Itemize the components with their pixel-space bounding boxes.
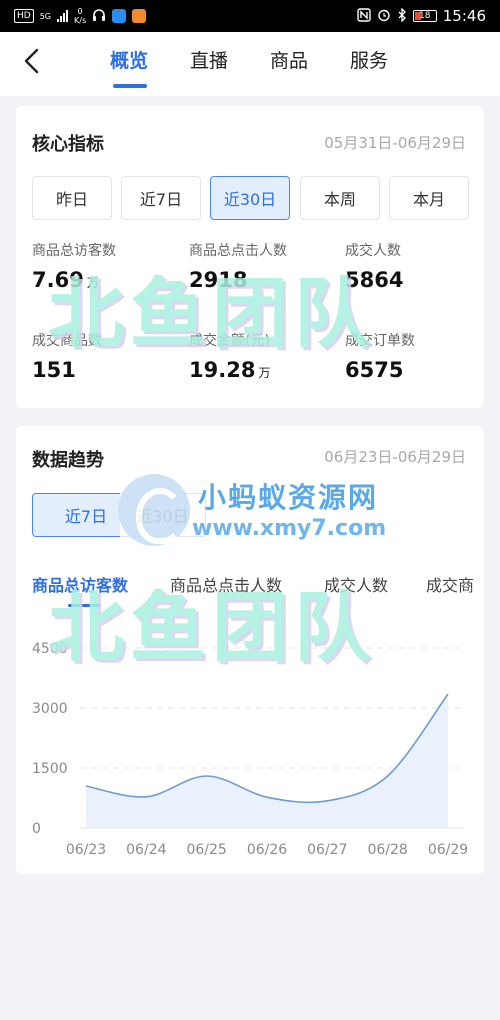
status-right: 18 15:46: [357, 6, 486, 25]
headset-icon: [92, 8, 106, 25]
metric-value: 6575: [345, 358, 404, 382]
metric-label: 商品总访客数: [32, 243, 116, 259]
y-tick-label: 0: [32, 821, 41, 837]
metric-tab-indicator: [68, 604, 100, 607]
period-this-month-button[interactable]: 本月: [389, 176, 469, 220]
x-tick-label: 06/23: [66, 842, 106, 858]
status-bar: HD 5G 0 K/s 18 15:46: [0, 0, 500, 32]
metric-products-sold[interactable]: 成交商品数 151: [32, 330, 102, 382]
metric-value: 151: [32, 358, 76, 382]
trend-card: 数据趋势 06月23日-06月29日 近7日 近30日 商品总访客数 商品总点击…: [16, 426, 484, 874]
nfc-icon: [357, 7, 371, 25]
metric-label: 成交金额(元): [189, 333, 270, 349]
period-this-week-button[interactable]: 本周: [300, 176, 380, 220]
x-tick-label: 06/28: [367, 842, 407, 858]
metric-value: 7.69 万: [32, 268, 99, 292]
metric-value: 19.28 万: [189, 358, 271, 382]
metric-value: 5864: [345, 268, 404, 292]
x-tick-label: 06/27: [307, 842, 347, 858]
trend-line-chart: 0 1500 3000 4500 06/23 06/24 06/25 06/26 06/27 06…: [32, 641, 468, 858]
period-7days-button[interactable]: 近7日: [121, 176, 201, 220]
period-30days-button[interactable]: 近30日: [210, 176, 290, 220]
metric-buyers[interactable]: 成交人数 5864: [345, 240, 406, 292]
metric-tab-clickers[interactable]: 商品总点击人数: [170, 572, 282, 596]
alarm-icon: [377, 8, 391, 25]
metric-label: 成交订单数: [345, 333, 415, 349]
tab-overview[interactable]: 概览: [110, 46, 148, 73]
battery-icon: 18: [412, 10, 437, 22]
metric-tab-visitors[interactable]: 商品总访客数: [32, 572, 128, 596]
y-tick-label: 3000: [32, 701, 68, 717]
metric-label: 商品总点击人数: [189, 243, 287, 259]
metric-sales-amount[interactable]: 成交金额(元) 19.28 万: [189, 330, 270, 382]
core-metrics-title: 核心指标: [32, 134, 104, 155]
app-notification-icon-2: [132, 9, 147, 23]
signal-label: 5G: [39, 11, 51, 21]
signal-icon: [57, 10, 68, 22]
metric-tab-more[interactable]: 成交商: [426, 572, 474, 596]
active-tab-indicator: [113, 84, 147, 88]
tab-live[interactable]: 直播: [190, 46, 228, 73]
y-tick-label: 4500: [32, 641, 68, 657]
period-yesterday-button[interactable]: 昨日: [32, 176, 112, 220]
network-speed: 0 K/s: [74, 7, 87, 25]
tab-products[interactable]: 商品: [270, 46, 308, 73]
top-nav-bar: 概览 直播 商品 服务: [0, 32, 500, 96]
hd-badge: HD: [14, 9, 34, 23]
clock: 15:46: [442, 7, 486, 25]
core-metrics-date-range: 05月31日-06月29日: [324, 134, 466, 152]
bluetooth-icon: [397, 6, 407, 25]
series-area: [86, 694, 448, 828]
status-left: HD 5G 0 K/s: [14, 7, 147, 25]
x-tick-label: 06/24: [126, 842, 166, 858]
core-metrics-card: 核心指标 05月31日-06月29日 昨日 近7日 近30日 本周 本月 商品总…: [16, 106, 484, 408]
x-tick-label: 06/29: [428, 842, 468, 858]
metric-tab-buyers[interactable]: 成交人数: [324, 572, 388, 596]
metric-label: 成交商品数: [32, 333, 102, 349]
metric-product-visitors[interactable]: 商品总访客数 7.69 万: [32, 240, 116, 292]
x-tick-label: 06/25: [186, 842, 226, 858]
back-button[interactable]: [16, 46, 46, 76]
metric-tabs: 商品总访客数 商品总点击人数 成交人数 成交商: [16, 426, 484, 626]
app-notification-icon: [112, 9, 127, 23]
x-tick-label: 06/26: [247, 842, 287, 858]
y-tick-label: 1500: [32, 761, 68, 777]
metric-label: 成交人数: [345, 243, 401, 259]
metric-value: 2918: [189, 268, 248, 292]
metric-product-clickers[interactable]: 商品总点击人数 2918: [189, 240, 287, 292]
tab-service[interactable]: 服务: [350, 46, 388, 73]
chevron-left-icon: [24, 48, 39, 74]
metric-orders[interactable]: 成交订单数 6575: [345, 330, 415, 382]
